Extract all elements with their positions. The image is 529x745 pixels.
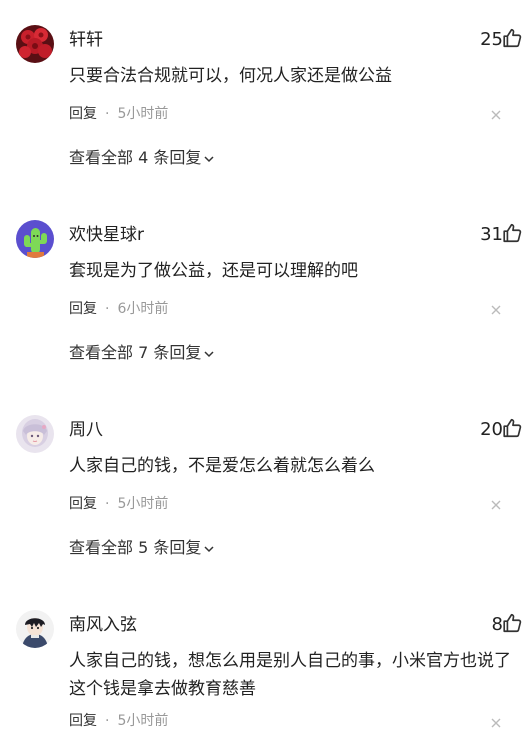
avatar[interactable] [16, 220, 54, 258]
comment-text: 套现是为了做公益，还是可以理解的吧 [69, 261, 358, 281]
comment-meta: 回复 · 6小时前 [69, 300, 168, 318]
view-all-replies-button[interactable]: 查看全部 5 条回复 [69, 537, 215, 559]
view-all-replies-label: 查看全部 4 条回复 [69, 148, 202, 167]
separator: · [105, 713, 110, 729]
chevron-down-icon [204, 545, 214, 552]
comment-meta: 回复 · 5小时前 [69, 712, 168, 730]
comment-text: 人家自己的钱，不是爱怎么着就怎么着么 [69, 456, 375, 476]
reply-button[interactable]: 回复 [69, 106, 97, 122]
reply-button[interactable]: 回复 [69, 713, 97, 729]
anime-boy-avatar-icon [16, 610, 54, 648]
view-all-replies-label: 查看全部 7 条回复 [69, 343, 202, 362]
avatar[interactable] [16, 610, 54, 648]
timestamp: 6小时前 [117, 301, 169, 317]
comment-author[interactable]: 周八 [69, 419, 103, 441]
comment-meta: 回复 · 5小时前 [69, 495, 168, 513]
chevron-down-icon [204, 155, 214, 162]
anime-girl-avatar-icon [16, 415, 54, 453]
like-count: 25 [480, 29, 503, 50]
comment-text: 只要合法合规就可以，何况人家还是做公益 [69, 66, 392, 86]
red-roses-avatar-icon [16, 25, 54, 63]
view-all-replies-label: 查看全部 5 条回复 [69, 538, 202, 557]
comment-meta: 回复 · 5小时前 [69, 105, 168, 123]
chevron-down-icon [204, 350, 214, 357]
cactus-avatar-icon [16, 220, 54, 258]
like-count: 20 [480, 419, 503, 440]
comment-text: 人家自己的钱，想怎么用是别人自己的事，小米官方也说了这个钱是拿去做教育慈善 [69, 651, 511, 699]
separator: · [105, 301, 110, 317]
separator: · [105, 106, 110, 122]
thumbs-up-icon[interactable] [501, 612, 523, 634]
close-icon[interactable] [489, 303, 503, 317]
avatar[interactable] [16, 415, 54, 453]
reply-button[interactable]: 回复 [69, 301, 97, 317]
thumbs-up-icon[interactable] [501, 417, 523, 439]
timestamp: 5小时前 [117, 713, 169, 729]
close-icon[interactable] [489, 716, 503, 730]
comment-author[interactable]: 南风入弦 [69, 614, 137, 636]
timestamp: 5小时前 [117, 106, 169, 122]
separator: · [105, 496, 110, 512]
comment-author[interactable]: 欢快星球r [69, 224, 144, 246]
close-icon[interactable] [489, 498, 503, 512]
avatar[interactable] [16, 25, 54, 63]
timestamp: 5小时前 [117, 496, 169, 512]
thumbs-up-icon[interactable] [501, 27, 523, 49]
like-count: 31 [480, 224, 503, 245]
close-icon[interactable] [489, 108, 503, 122]
comment-author[interactable]: 轩轩 [69, 29, 103, 51]
thumbs-up-icon[interactable] [501, 222, 523, 244]
reply-button[interactable]: 回复 [69, 496, 97, 512]
view-all-replies-button[interactable]: 查看全部 4 条回复 [69, 147, 215, 169]
view-all-replies-button[interactable]: 查看全部 7 条回复 [69, 342, 215, 364]
